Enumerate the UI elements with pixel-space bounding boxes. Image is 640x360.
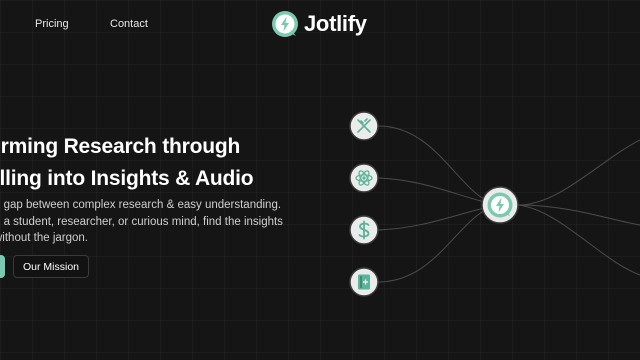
node-dollar — [349, 215, 379, 245]
topic-flow-diagram — [349, 111, 640, 297]
jotlify-logo-icon — [487, 192, 513, 218]
node-atom — [349, 163, 379, 193]
hub-node — [481, 186, 519, 224]
node-book — [349, 267, 379, 297]
node-dna — [349, 111, 379, 141]
book-icon — [358, 274, 370, 290]
